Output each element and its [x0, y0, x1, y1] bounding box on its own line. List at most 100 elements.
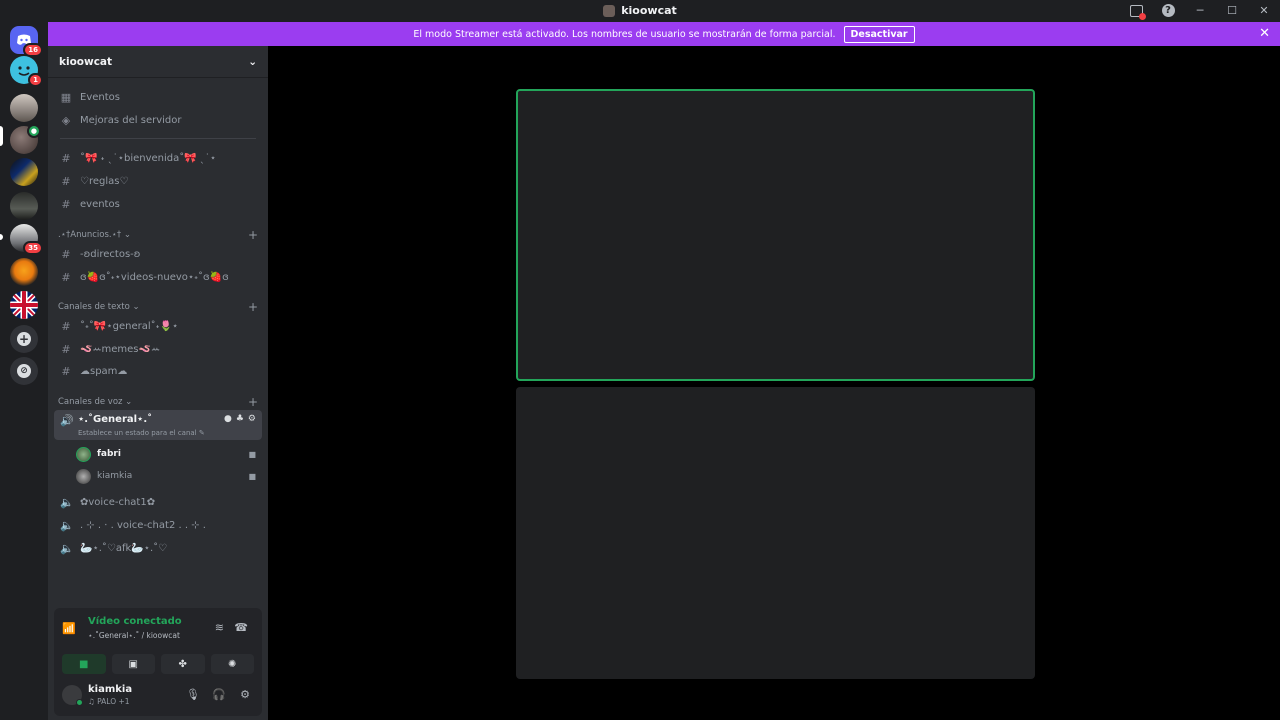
guild-2-button[interactable]: 1 [10, 56, 43, 87]
dm-badge: 16 [23, 43, 43, 57]
help-button[interactable]: ? [1152, 0, 1184, 21]
avatar [76, 468, 91, 484]
hashtag-icon: # [61, 248, 71, 261]
guild-4-button[interactable]: ● [10, 124, 41, 154]
streamer-mode-banner: El modo Streamer está activado. Los nomb… [48, 22, 1280, 46]
voice-connection-status: 📶 Vídeo conectado ⋆.˚General⋆.˚ / kioowc… [62, 616, 254, 646]
channel-name: ˚˖˚🎀⋆general˚˖🌷⋆ [80, 321, 179, 332]
voice-channel-name: ⋆.˚General⋆.˚ [78, 414, 153, 425]
guild-7-button[interactable]: 35 [10, 224, 43, 255]
video-tile-speaking[interactable] [516, 89, 1035, 381]
channel-name: . ⊹ . ⋅ . voice-chat2 . . ⊹ . [80, 520, 206, 531]
window-title: kioowcat [621, 4, 677, 17]
minimize-button[interactable]: ─ [1184, 0, 1216, 21]
connection-location[interactable]: ⋆.˚General⋆.˚ / kioowcat [88, 631, 180, 640]
speaker-icon: 🔈 [60, 542, 74, 555]
guild-6-button[interactable] [10, 192, 38, 220]
server-boosts-item[interactable]: ◈ Mejoras del servidor [54, 110, 262, 131]
hashtag-icon: # [61, 198, 71, 211]
screen-share-button[interactable]: ▣ [111, 654, 155, 674]
gear-icon[interactable]: ⚙ [248, 414, 256, 424]
add-channel-icon[interactable]: + [248, 228, 258, 242]
hashtag-icon: # [61, 343, 71, 356]
speaker-icon: 🔈 [60, 519, 74, 532]
category-title: .⋆†Anuncios.⋆† ⌄ [58, 230, 132, 240]
camera-icon: ■ [248, 449, 256, 459]
disconnect-icon[interactable]: ☎ [234, 621, 248, 634]
video-camera-icon: ■ [79, 658, 89, 670]
video-tile[interactable] [516, 387, 1035, 679]
channel-general[interactable]: # ˚˖˚🎀⋆general˚˖🌷⋆ [54, 316, 262, 337]
window-controls: ? ─ ☐ ✕ [1120, 0, 1280, 21]
voice-channel-2[interactable]: 🔈 . ⊹ . ⋅ . voice-chat2 . . ⊹ . [54, 515, 262, 536]
guild-9-button[interactable] [10, 291, 38, 319]
inbox-button[interactable] [1120, 0, 1152, 21]
channel-name: 🪱ꕀmemes🪱ꕀ [80, 344, 161, 355]
add-channel-icon[interactable]: + [248, 395, 258, 409]
voice-channel-afk[interactable]: 🔈 🦢⋆.˚♡afk🦢⋆.˚♡ [54, 538, 262, 559]
channel-eventos[interactable]: # eventos [54, 194, 262, 215]
hashtag-icon: # [61, 365, 71, 378]
explore-servers-button[interactable]: ⊘ [10, 357, 38, 385]
set-channel-status[interactable]: Establece un estado para el canal ✎ [78, 429, 205, 437]
inbox-icon [1129, 4, 1146, 20]
channel-name: ♡reglas♡ [80, 176, 129, 187]
close-window-button[interactable]: ✕ [1248, 0, 1280, 21]
channel-reglas[interactable]: # ♡reglas♡ [54, 171, 262, 192]
activities-button[interactable]: ✤ [161, 654, 205, 674]
soundboard-button[interactable]: ✺ [210, 654, 254, 674]
channel-spam[interactable]: # ☁spam☁ [54, 361, 262, 382]
server-list: 16 1 ● 35 + ⊘ [0, 21, 48, 720]
window-titlebar: kioowcat ? ─ ☐ ✕ [0, 0, 1280, 21]
soundboard-icon: ✺ [228, 658, 237, 670]
add-channel-icon[interactable]: + [248, 300, 258, 314]
user-activity: ♫ PALO +1 [88, 697, 130, 706]
headphones-icon[interactable]: 🎧 [212, 688, 226, 701]
invite-icon[interactable]: ♣ [236, 414, 244, 424]
server-header[interactable]: kioowcat ⌄ [48, 46, 268, 78]
channel-name: 🦢⋆.˚♡afk🦢⋆.˚♡ [80, 543, 168, 554]
help-icon: ? [1161, 4, 1175, 17]
microphone-icon[interactable]: 🎙 [186, 688, 200, 701]
speaker-icon: 🔊 [60, 414, 74, 427]
category-texto[interactable]: Canales de texto ⌄ + [54, 300, 262, 314]
unread-indicator [0, 234, 3, 240]
camera-button[interactable]: ■ [62, 654, 106, 674]
channel-bienvenida[interactable]: # ˚🎀 ˖ ˎ˙⋆bienvenida˚🎀 ˎ˙⋆ [54, 148, 262, 169]
connection-status: Vídeo conectado [88, 616, 182, 627]
banner-close-icon[interactable]: ✕ [1259, 26, 1270, 41]
voice-member-fabri[interactable]: fabri ■ [76, 444, 262, 464]
hashtag-icon: # [61, 152, 71, 165]
voice-channel-general-active[interactable]: 🔊 ⋆.˚General⋆.˚ Establece un estado para… [54, 410, 262, 440]
voice-member-kiamkia[interactable]: kiamkia ■ [76, 466, 262, 486]
noise-suppression-icon[interactable]: ≋ [215, 621, 224, 634]
guild-8-button[interactable] [10, 258, 38, 286]
divider [60, 138, 256, 139]
category-title: Canales de texto ⌄ [58, 302, 140, 312]
uk-flag-graphic [10, 291, 38, 319]
chat-icon[interactable]: ● [224, 414, 232, 424]
channel-memes[interactable]: # 🪱ꕀmemes🪱ꕀ [54, 339, 262, 360]
union-jack-icon [10, 291, 38, 319]
channel-videos-nuevo[interactable]: # ɞ🍓ɞ˚˖⋆videos-nuevo⋆˖˚ɞ🍓ɞ [54, 267, 262, 288]
direct-messages-button[interactable]: 16 [10, 26, 43, 57]
user-area: kiamkia ♫ PALO +1 🎙 🎧 ⚙ [62, 682, 254, 708]
calendar-icon: ▦ [60, 91, 72, 104]
chevron-down-icon: ⌄ [248, 55, 257, 68]
events-item[interactable]: ▦ Eventos [54, 87, 262, 108]
guild-7-badge: 35 [23, 241, 43, 255]
voice-action-buttons: ■ ▣ ✤ ✺ [62, 654, 254, 674]
user-settings-gear-icon[interactable]: ⚙ [240, 688, 250, 701]
deactivate-streamer-button[interactable]: Desactivar [843, 25, 915, 43]
channel-directos[interactable]: # -ʚdirectos-ʚ [54, 244, 262, 265]
maximize-button[interactable]: ☐ [1216, 0, 1248, 21]
add-server-button[interactable]: + [10, 325, 38, 353]
voice-channel-1[interactable]: 🔈 ✿voice-chat1✿ [54, 492, 262, 513]
guild-3-button[interactable] [10, 94, 38, 122]
guild-5-button[interactable] [10, 158, 38, 186]
category-anuncios[interactable]: .⋆†Anuncios.⋆† ⌄ + [54, 228, 262, 242]
online-status-icon [76, 699, 83, 706]
signal-icon[interactable]: 📶 [62, 622, 76, 635]
category-voz[interactable]: Canales de voz ⌄ + [54, 395, 262, 409]
window-title-group: kioowcat [603, 4, 677, 17]
